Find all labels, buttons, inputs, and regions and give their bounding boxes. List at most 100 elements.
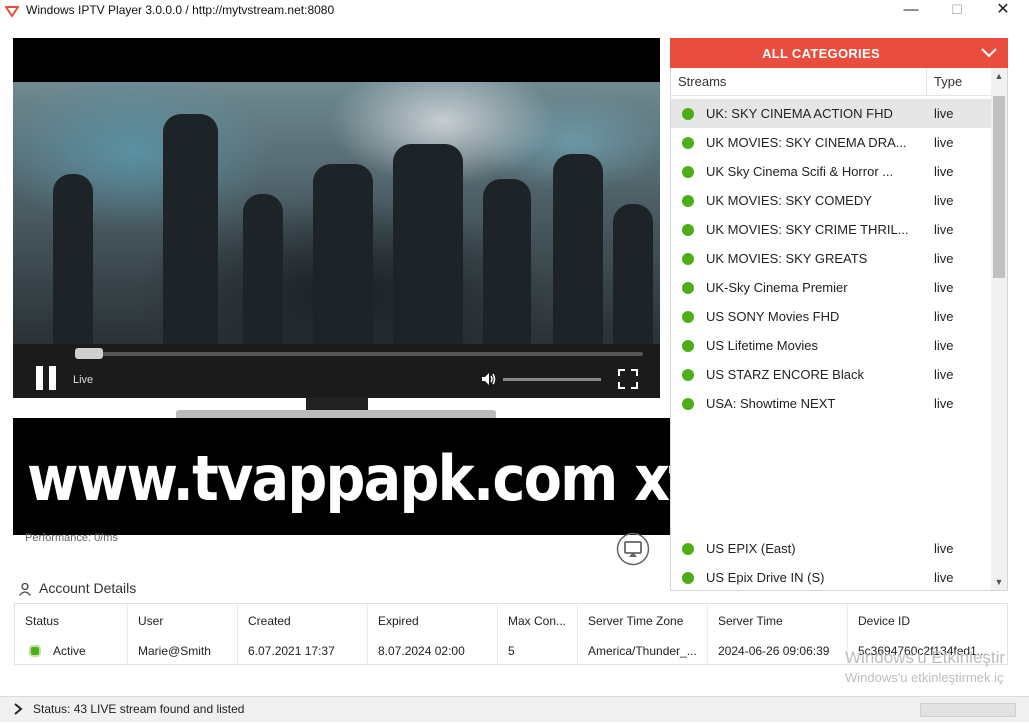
account-value: America/Thunder_... [588, 644, 697, 658]
chevron-right-icon[interactable] [12, 702, 24, 716]
account-header: Created [248, 614, 291, 628]
scroll-up-icon[interactable]: ▲ [991, 68, 1007, 84]
live-status-icon [682, 108, 694, 120]
stream-name: US EPIX (East) [706, 541, 796, 556]
live-status-icon [682, 340, 694, 352]
account-value: Active [53, 644, 86, 658]
account-header: Max Con... [508, 614, 567, 628]
column-header-type[interactable]: Type [927, 68, 991, 96]
stream-row[interactable]: US STARZ ENCORE Black live [671, 360, 991, 389]
status-text: Status: 43 LIVE stream found and listed [33, 702, 245, 716]
live-label: Live [73, 374, 94, 386]
account-column-user: User Marie@Smith [128, 604, 238, 664]
volume-slider[interactable] [503, 378, 601, 381]
stream-name: UK Sky Cinema Scifi & Horror ... [706, 164, 894, 179]
stream-name: UK MOVIES: SKY CINEMA DRA... [706, 135, 907, 150]
seek-handle[interactable] [75, 348, 103, 359]
stream-name: US Lifetime Movies [706, 338, 818, 353]
crowd-figure [53, 174, 93, 344]
account-header: Status [25, 614, 60, 628]
monitor-stand-neck [306, 398, 368, 410]
account-details-title: Account Details [39, 580, 137, 596]
stream-type: live [934, 164, 954, 179]
maximize-button[interactable]: ☐ [934, 0, 980, 22]
streams-scrollbar[interactable]: ▲ ▼ [991, 68, 1007, 590]
monitor-stand-base [176, 410, 496, 418]
stream-row[interactable]: UK-Sky Cinema Premier live [671, 273, 991, 302]
live-status-icon [682, 543, 694, 555]
seek-bar[interactable] [75, 352, 643, 356]
status-bar: Status: 43 LIVE stream found and listed [0, 696, 1029, 722]
category-dropdown[interactable]: ALL CATEGORIES [670, 38, 1008, 68]
stream-type: live [934, 222, 954, 237]
live-status-icon [682, 311, 694, 323]
streams-list: Streams Type UK: SKY CINEMA ACTION FHD l… [670, 68, 1008, 591]
stream-row[interactable]: US SONY Movies FHD live [671, 302, 991, 331]
player-controls: Live [13, 344, 660, 398]
stream-name: US Epix Drive IN (S) [706, 570, 825, 585]
stream-name: UK MOVIES: SKY COMEDY [706, 193, 872, 208]
crowd-figure [393, 144, 463, 344]
column-header-streams[interactable]: Streams [671, 68, 927, 96]
account-header: Server Time [718, 614, 783, 628]
crowd-figure [553, 154, 603, 344]
live-status-icon [682, 166, 694, 178]
stream-type: live [934, 193, 954, 208]
account-value: 8.07.2024 02:00 [378, 644, 465, 658]
cast-icon[interactable] [616, 532, 650, 566]
stream-name: US SONY Movies FHD [706, 309, 840, 324]
account-column-server-time: Server Time 2024-06-26 09:06:39 [708, 604, 848, 664]
live-status-icon [682, 195, 694, 207]
stream-name: US STARZ ENCORE Black [706, 367, 864, 382]
chevron-down-icon [981, 48, 997, 58]
minimize-button[interactable]: — [888, 0, 934, 22]
stream-type: live [934, 280, 954, 295]
active-status-icon [31, 647, 39, 655]
volume-icon[interactable] [481, 371, 497, 387]
status-progress-bar [920, 703, 1016, 717]
crowd-figure [613, 204, 653, 344]
close-button[interactable]: ✕ [980, 0, 1026, 22]
crowd-figure [483, 179, 531, 344]
account-header: User [138, 614, 164, 628]
stream-row[interactable]: US EPIX (East) live [671, 534, 991, 563]
stream-type: live [934, 106, 954, 121]
pause-button[interactable] [33, 366, 59, 390]
video-frame[interactable] [13, 82, 660, 344]
fullscreen-icon[interactable] [617, 368, 639, 390]
stream-type: live [934, 570, 954, 585]
live-status-icon [682, 137, 694, 149]
stream-row[interactable]: UK MOVIES: SKY CRIME THRIL... live [671, 215, 991, 244]
stream-name: UK MOVIES: SKY GREATS [706, 251, 868, 266]
account-value: 2024-06-26 09:06:39 [718, 644, 830, 658]
stream-name: UK: SKY CINEMA ACTION FHD [706, 106, 893, 121]
crowd-figure [313, 164, 373, 344]
live-status-icon [682, 572, 694, 584]
scroll-down-icon[interactable]: ▼ [991, 574, 1007, 590]
stream-name: UK MOVIES: SKY CRIME THRIL... [706, 222, 909, 237]
stream-row[interactable]: UK MOVIES: SKY COMEDY live [671, 186, 991, 215]
account-header: Server Time Zone [588, 614, 684, 628]
account-column-status: Status Active [15, 604, 128, 664]
window-title: Windows IPTV Player 3.0.0.0 / http://myt… [26, 3, 335, 17]
stream-type: live [934, 338, 954, 353]
user-icon [18, 582, 32, 596]
watermark-line-1: Windows'u Etkinleştir [845, 648, 1006, 667]
stream-row[interactable]: US Epix Drive IN (S) live [671, 563, 991, 590]
account-header: Device ID [858, 614, 911, 628]
stream-type: live [934, 396, 954, 411]
scroll-thumb[interactable] [993, 96, 1005, 278]
stream-row[interactable]: USA: Showtime NEXT live [671, 389, 991, 418]
account-column-expired: Expired 8.07.2024 02:00 [368, 604, 498, 664]
live-status-icon [682, 282, 694, 294]
stream-row[interactable]: UK: SKY CINEMA ACTION FHD live [671, 99, 991, 128]
video-player[interactable]: Live [13, 38, 660, 398]
stream-row[interactable]: UK MOVIES: SKY CINEMA DRA... live [671, 128, 991, 157]
crowd-figure [243, 194, 283, 344]
live-status-icon [682, 398, 694, 410]
live-status-icon [682, 369, 694, 381]
stream-row[interactable]: UK Sky Cinema Scifi & Horror ... live [671, 157, 991, 186]
crowd-figure [163, 114, 218, 344]
stream-row[interactable]: UK MOVIES: SKY GREATS live [671, 244, 991, 273]
stream-row[interactable]: US Lifetime Movies live [671, 331, 991, 360]
